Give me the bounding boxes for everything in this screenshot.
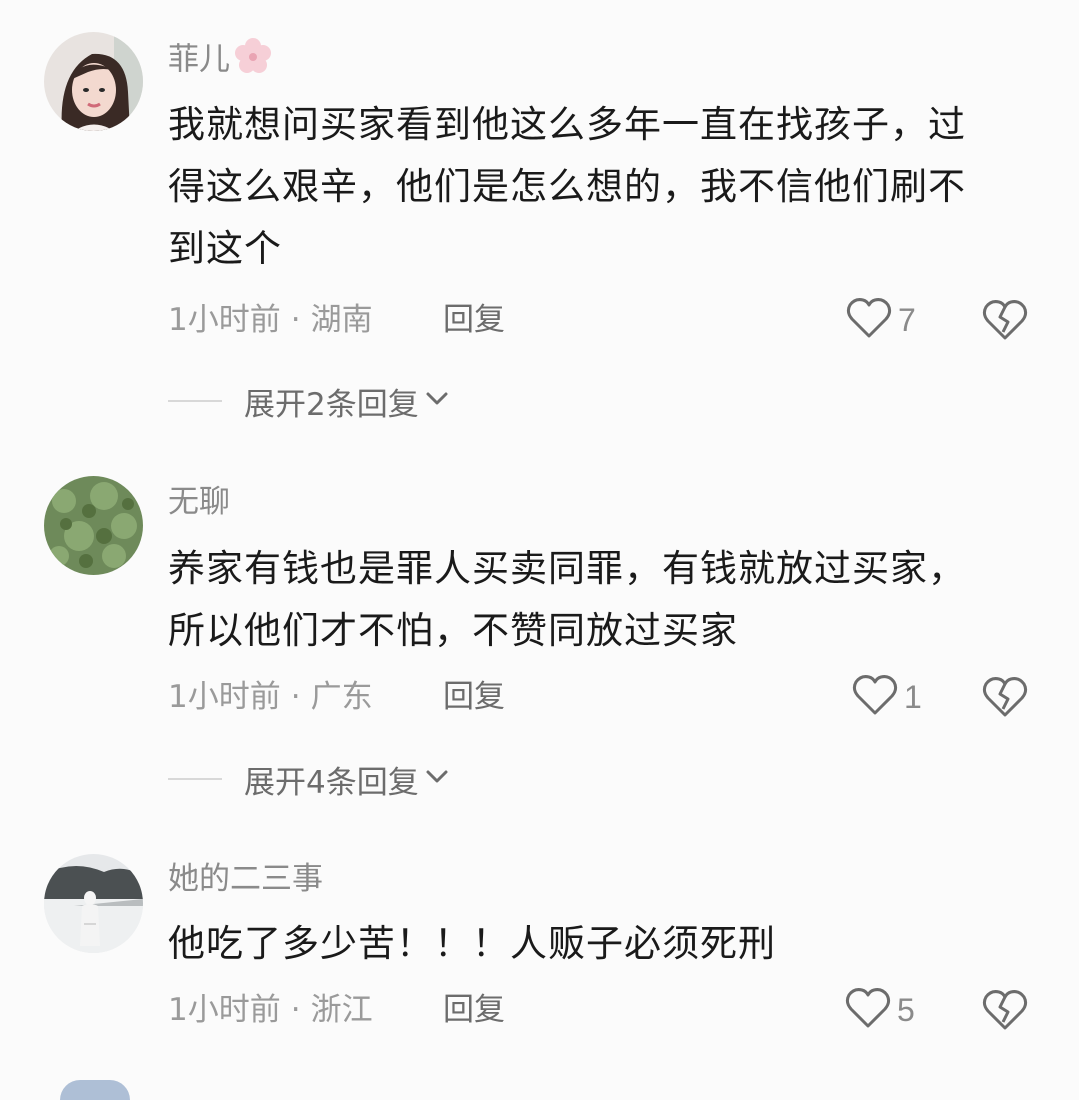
avatar-image — [44, 854, 143, 953]
divider-line — [168, 400, 222, 402]
like-count: 5 — [897, 991, 915, 1028]
separator: · — [290, 992, 301, 1028]
like-count: 1 — [904, 678, 922, 715]
avatar[interactable] — [44, 854, 143, 953]
like-button[interactable]: 1 — [852, 675, 922, 719]
comment-text: 他吃了多少苦！！！人贩子必须死刑 — [168, 913, 1038, 975]
expand-replies-label: 展开4条回复 — [244, 764, 419, 801]
timestamp: 1小时前 — [168, 679, 281, 715]
avatar-partial[interactable] — [60, 1080, 130, 1100]
like-button[interactable]: 7 — [846, 298, 916, 342]
divider-line — [168, 778, 222, 780]
comment-text: 我就想问买家看到他这么多年一直在找孩子，过 得这么艰辛，他们是怎么想的，我不信他… — [168, 94, 1038, 280]
username-text: 无聊 — [168, 484, 230, 520]
username[interactable]: 她的二三事 — [168, 859, 323, 899]
username-text: 她的二三事 — [168, 861, 323, 897]
broken-heart-icon — [982, 300, 1028, 346]
comment-line: 养家有钱也是罪人买卖同罪，有钱就放过买家， — [168, 547, 966, 590]
dislike-button[interactable] — [982, 298, 1028, 346]
expand-replies-label: 展开2条回复 — [244, 386, 419, 423]
broken-heart-icon — [982, 990, 1028, 1036]
timestamp: 1小时前 — [168, 302, 281, 338]
comment-text: 养家有钱也是罪人买卖同罪，有钱就放过买家， 所以他们才不怕，不赞同放过买家 — [168, 538, 1038, 662]
comment-line: 所以他们才不怕，不赞同放过买家 — [168, 609, 738, 652]
like-button[interactable]: 5 — [845, 988, 915, 1032]
separator: · — [290, 302, 301, 338]
chevron-down-icon — [425, 769, 449, 789]
expand-replies-button[interactable]: 展开2条回复 — [168, 381, 449, 423]
username[interactable]: 无聊 — [168, 482, 230, 522]
comment-line: 我就想问买家看到他这么多年一直在找孩子，过 — [168, 103, 966, 146]
avatar-image — [44, 476, 143, 575]
timestamp: 1小时前 — [168, 992, 281, 1028]
location: 湖南 — [310, 302, 373, 338]
username[interactable]: 菲儿 — [168, 37, 272, 85]
avatar[interactable] — [44, 476, 143, 575]
chevron-down-icon — [425, 391, 449, 411]
location: 浙江 — [310, 992, 373, 1028]
dislike-button[interactable] — [982, 988, 1028, 1036]
username-text: 菲儿 — [168, 41, 230, 78]
avatar[interactable] — [44, 32, 143, 131]
location: 广东 — [310, 679, 373, 715]
heart-outline-icon — [852, 673, 898, 721]
comment-line: 他吃了多少苦！！！人贩子必须死刑 — [168, 922, 776, 965]
comment-line: 得这么艰辛，他们是怎么想的，我不信他们刷不 — [168, 165, 966, 208]
broken-heart-icon — [982, 677, 1028, 723]
comment-line: 到这个 — [168, 227, 282, 270]
expand-replies-button[interactable]: 展开4条回复 — [168, 759, 449, 801]
comment-meta: 1小时前 · 广东 — [168, 677, 373, 717]
comment-meta: 1小时前 · 浙江 — [168, 990, 373, 1030]
heart-outline-icon — [846, 296, 892, 344]
reply-button[interactable]: 回复 — [443, 990, 505, 1030]
like-count: 7 — [898, 301, 916, 338]
dislike-button[interactable] — [982, 675, 1028, 723]
reply-button[interactable]: 回复 — [443, 677, 505, 717]
reply-button[interactable]: 回复 — [443, 300, 505, 340]
heart-outline-icon — [845, 986, 891, 1034]
avatar-image — [44, 32, 143, 131]
separator: · — [290, 679, 301, 715]
flower-badge-icon — [234, 37, 272, 85]
comment-meta: 1小时前 · 湖南 — [168, 300, 373, 340]
